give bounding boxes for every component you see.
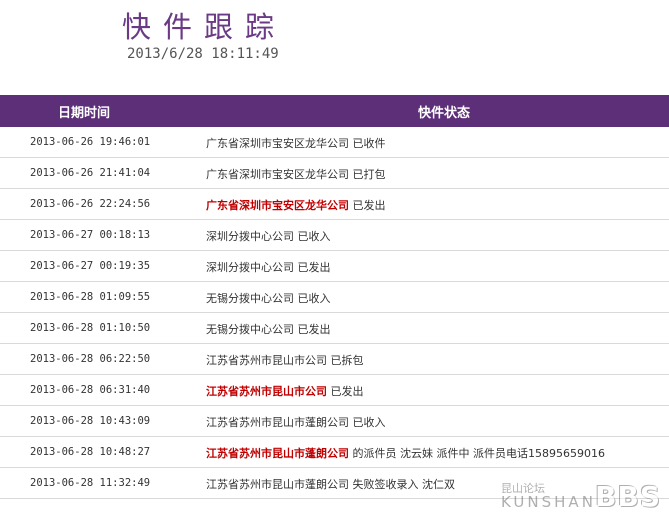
row-datetime: 2013-06-27 00:18:13: [30, 229, 151, 241]
table-row: 2013-06-28 10:48:27 江苏省苏州市昆山市蓬朗公司 的派件员 沈…: [0, 437, 669, 468]
row-location: 广东省深圳市宝安区龙华公司: [206, 137, 349, 150]
table-header: 日期时间 快件状态: [0, 95, 669, 127]
row-location: 江苏省苏州市昆山市蓬朗公司: [206, 416, 349, 429]
table-row: 2013-06-28 06:22:50 江苏省苏州市昆山市公司 已拆包: [0, 344, 669, 375]
table-row: 2013-06-28 11:32:49 江苏省苏州市昆山市蓬朗公司 失败签收录入…: [0, 468, 669, 499]
row-status-text: 已收入: [297, 230, 331, 243]
table-row: 2013-06-26 19:46:01 广东省深圳市宝安区龙华公司 已收件: [0, 127, 669, 158]
row-status-text: 失败签收录入 沈仁双: [352, 478, 456, 491]
row-status: 广东省深圳市宝安区龙华公司 已收件: [206, 135, 386, 151]
row-status: 无锡分拨中心公司 已发出: [206, 321, 331, 337]
table-row: 2013-06-26 21:41:04 广东省深圳市宝安区龙华公司 已打包: [0, 158, 669, 189]
row-location: 江苏省苏州市昆山市蓬朗公司: [206, 478, 349, 491]
row-status-text: 已发出: [297, 261, 331, 274]
row-location: 广东省深圳市宝安区龙华公司: [206, 168, 349, 181]
row-status-text: 已打包: [352, 168, 386, 181]
tracking-table: 日期时间 快件状态 2013-06-26 19:46:01 广东省深圳市宝安区龙…: [0, 95, 669, 499]
row-status-text: 的派件员 沈云妹 派件中 派件员电话15895659016: [352, 447, 605, 460]
table-row: 2013-06-28 01:10:50 无锡分拨中心公司 已发出: [0, 313, 669, 344]
table-row: 2013-06-27 00:18:13 深圳分拨中心公司 已收入: [0, 220, 669, 251]
row-datetime: 2013-06-26 19:46:01: [30, 136, 151, 148]
row-status: 江苏省苏州市昆山市蓬朗公司 的派件员 沈云妹 派件中 派件员电话15895659…: [206, 445, 605, 461]
row-datetime: 2013-06-28 01:09:55: [30, 291, 151, 303]
table-row: 2013-06-28 10:43:09 江苏省苏州市昆山市蓬朗公司 已收入: [0, 406, 669, 437]
row-status: 江苏省苏州市昆山市蓬朗公司 失败签收录入 沈仁双: [206, 476, 455, 492]
query-datetime: 2013/6/28 18:11:49: [127, 46, 279, 62]
row-status: 广东省深圳市宝安区龙华公司 已发出: [206, 197, 386, 213]
table-row: 2013-06-28 01:09:55 无锡分拨中心公司 已收入: [0, 282, 669, 313]
row-status-text: 已收入: [352, 416, 386, 429]
row-datetime: 2013-06-28 06:31:40: [30, 384, 151, 396]
row-status: 江苏省苏州市昆山市公司 已发出: [206, 383, 364, 399]
row-datetime: 2013-06-28 06:22:50: [30, 353, 151, 365]
row-status-text: 已发出: [297, 323, 331, 336]
column-header-datetime: 日期时间: [58, 106, 111, 121]
row-datetime: 2013-06-28 01:10:50: [30, 322, 151, 334]
row-location-highlighted: 江苏省苏州市昆山市蓬朗公司: [206, 447, 349, 460]
row-status: 无锡分拨中心公司 已收入: [206, 290, 331, 306]
row-status-text: 已收入: [297, 292, 331, 305]
row-status: 广东省深圳市宝安区龙华公司 已打包: [206, 166, 386, 182]
page-header: 快件跟踪 2013/6/28 18:11:49: [0, 0, 669, 95]
row-location: 深圳分拨中心公司: [206, 261, 294, 274]
row-location: 无锡分拨中心公司: [206, 323, 294, 336]
row-status: 江苏省苏州市昆山市蓬朗公司 已收入: [206, 414, 386, 430]
row-status-text: 已拆包: [330, 354, 364, 367]
row-datetime: 2013-06-27 00:19:35: [30, 260, 151, 272]
page-title: 快件跟踪: [122, 10, 287, 44]
row-status-text: 已收件: [352, 137, 386, 150]
row-datetime: 2013-06-28 10:43:09: [30, 415, 151, 427]
row-status: 深圳分拨中心公司 已收入: [206, 228, 331, 244]
table-row: 2013-06-28 06:31:40 江苏省苏州市昆山市公司 已发出: [0, 375, 669, 406]
row-location: 江苏省苏州市昆山市公司: [206, 354, 327, 367]
column-header-status: 快件状态: [418, 106, 471, 121]
row-datetime: 2013-06-26 21:41:04: [30, 167, 151, 179]
row-datetime: 2013-06-26 22:24:56: [30, 198, 151, 210]
row-location-highlighted: 广东省深圳市宝安区龙华公司: [206, 199, 349, 212]
row-datetime: 2013-06-28 10:48:27: [30, 446, 151, 458]
row-status-text: 已发出: [352, 199, 386, 212]
row-location: 深圳分拨中心公司: [206, 230, 294, 243]
row-status: 深圳分拨中心公司 已发出: [206, 259, 331, 275]
table-row: 2013-06-26 22:24:56 广东省深圳市宝安区龙华公司 已发出: [0, 189, 669, 220]
row-location-highlighted: 江苏省苏州市昆山市公司: [206, 385, 327, 398]
row-status: 江苏省苏州市昆山市公司 已拆包: [206, 352, 364, 368]
table-row: 2013-06-27 00:19:35 深圳分拨中心公司 已发出: [0, 251, 669, 282]
row-location: 无锡分拨中心公司: [206, 292, 294, 305]
row-datetime: 2013-06-28 11:32:49: [30, 477, 151, 489]
row-status-text: 已发出: [330, 385, 364, 398]
